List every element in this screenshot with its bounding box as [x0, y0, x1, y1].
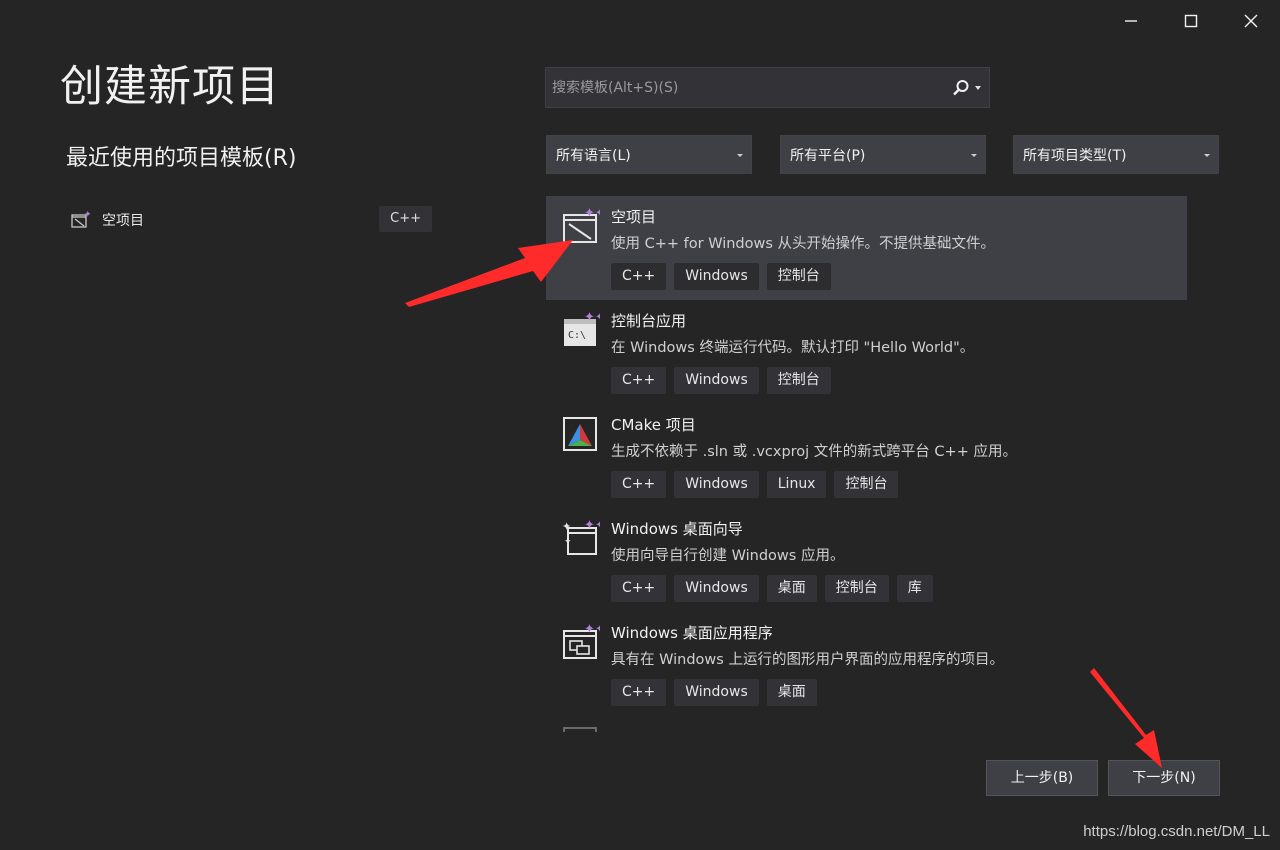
page-title: 创建新项目 [60, 62, 280, 112]
language-filter[interactable]: 所有语言(L) [546, 135, 752, 174]
template-item-desktop-wizard[interactable]: ✦ ✦ ✦✦ Windows 桌面向导 使用向导自行创建 Windows 应用。… [546, 508, 1187, 612]
template-tag: Windows [674, 471, 759, 498]
template-tag: 控制台 [766, 263, 831, 290]
platform-filter-label: 所有平台(P) [790, 147, 866, 164]
template-description: 在 Windows 终端运行代码。默认打印 "Hello World"。 [611, 340, 975, 356]
template-tags: C++ Windows 控制台 [611, 263, 831, 290]
template-list: ✦✦ 空项目 使用 C++ for Windows 从头开始操作。不提供基础文件… [546, 196, 1187, 732]
svg-text:✦✦: ✦✦ [584, 206, 600, 221]
template-tag: 桌面 [766, 679, 817, 706]
desktop-app-icon: ✦✦ [563, 622, 600, 659]
search-icon[interactable] [951, 78, 971, 98]
template-name: 控制台应用 [611, 312, 687, 330]
platform-filter[interactable]: 所有平台(P) [780, 135, 986, 174]
template-tag: 桌面 [766, 575, 817, 602]
svg-text:✦: ✦ [564, 537, 572, 547]
template-name: Windows 桌面向导 [611, 520, 743, 538]
close-button[interactable] [1236, 6, 1266, 36]
console-app-icon: C:\ ✦✦ [564, 310, 600, 346]
template-item-empty-project[interactable]: ✦✦ 空项目 使用 C++ for Windows 从头开始操作。不提供基础文件… [546, 196, 1187, 300]
template-tag: C++ [611, 679, 667, 706]
template-tag: C++ [611, 367, 667, 394]
template-tags: C++ Windows 桌面 控制台 库 [611, 575, 933, 602]
template-name: CMake 项目 [611, 416, 696, 434]
wizard-icon: ✦ ✦ ✦✦ [562, 518, 600, 555]
template-description: 使用向导自行创建 Windows 应用。 [611, 548, 845, 564]
template-tag: C++ [611, 575, 667, 602]
svg-text:✦✦: ✦✦ [584, 622, 600, 637]
svg-text:✦: ✦ [84, 210, 92, 220]
template-tag: 控制台 [766, 367, 831, 394]
template-tag: Windows [674, 679, 759, 706]
template-tag: 控制台 [834, 471, 899, 498]
template-description: 生成不依赖于 .sln 或 .vcxproj 文件的新式跨平台 C++ 应用。 [611, 444, 1017, 460]
minimize-icon [1125, 20, 1137, 22]
chevron-down-icon [971, 154, 977, 157]
empty-project-icon: ✦✦ [563, 206, 600, 243]
project-type-filter-label: 所有项目类型(T) [1023, 147, 1127, 164]
template-item-desktop-app[interactable]: ✦✦ Windows 桌面应用程序 具有在 Windows 上运行的图形用户界面… [546, 612, 1187, 716]
template-description: 使用 C++ for Windows 从头开始操作。不提供基础文件。 [611, 236, 996, 252]
template-tags: C++ Windows 桌面 [611, 679, 817, 706]
maximize-icon [1184, 14, 1198, 28]
recent-template-label: 空项目 [102, 213, 144, 229]
search-input[interactable] [546, 78, 951, 97]
recent-template-tag: C++ [379, 206, 432, 232]
project-type-filter[interactable]: 所有项目类型(T) [1013, 135, 1219, 174]
template-tags: C++ Windows 控制台 [611, 367, 831, 394]
watermark: https://blog.csdn.net/DM_LL [1083, 823, 1270, 840]
template-name: 空项目 [611, 208, 657, 226]
template-tag: Windows [674, 263, 759, 290]
recent-templates-title: 最近使用的项目模板(R) [66, 146, 297, 171]
template-tag: Windows [674, 575, 759, 602]
template-tag: C++ [611, 263, 667, 290]
chevron-down-icon [737, 154, 743, 157]
template-name: Windows 桌面应用程序 [611, 624, 773, 642]
close-icon [1244, 14, 1258, 28]
svg-text:✦✦: ✦✦ [584, 310, 600, 325]
template-description: 具有在 Windows 上运行的图形用户界面的应用程序的项目。 [611, 652, 1004, 668]
search-box [545, 67, 990, 108]
template-tag: C++ [611, 471, 667, 498]
template-item-cmake-project[interactable]: CMake 项目 生成不依赖于 .sln 或 .vcxproj 文件的新式跨平台… [546, 404, 1187, 508]
maximize-button[interactable] [1176, 6, 1206, 36]
svg-text:C:\: C:\ [568, 330, 586, 341]
template-tags: C++ Windows Linux 控制台 [611, 471, 899, 498]
template-item-partial[interactable] [546, 716, 1187, 732]
search-options-dropdown-icon[interactable] [973, 84, 983, 92]
template-icon [563, 727, 597, 732]
chevron-down-icon [1204, 154, 1210, 157]
next-button[interactable]: 下一步(N) [1108, 760, 1220, 796]
back-button[interactable]: 上一步(B) [986, 760, 1098, 796]
cmake-icon [563, 417, 597, 451]
template-tag: Windows [674, 367, 759, 394]
language-filter-label: 所有语言(L) [556, 147, 631, 164]
minimize-button[interactable] [1116, 6, 1146, 36]
recent-template-item[interactable]: ✦ 空项目 C++ [66, 204, 434, 236]
template-tag: Linux [766, 471, 827, 498]
template-item-console-app[interactable]: C:\ ✦✦ 控制台应用 在 Windows 终端运行代码。默认打印 "Hell… [546, 300, 1187, 404]
svg-text:✦✦: ✦✦ [584, 518, 600, 533]
template-tag: 控制台 [824, 575, 889, 602]
template-tag: 库 [896, 575, 933, 602]
svg-text:✦: ✦ [562, 520, 571, 533]
empty-project-icon: ✦ [71, 210, 92, 228]
